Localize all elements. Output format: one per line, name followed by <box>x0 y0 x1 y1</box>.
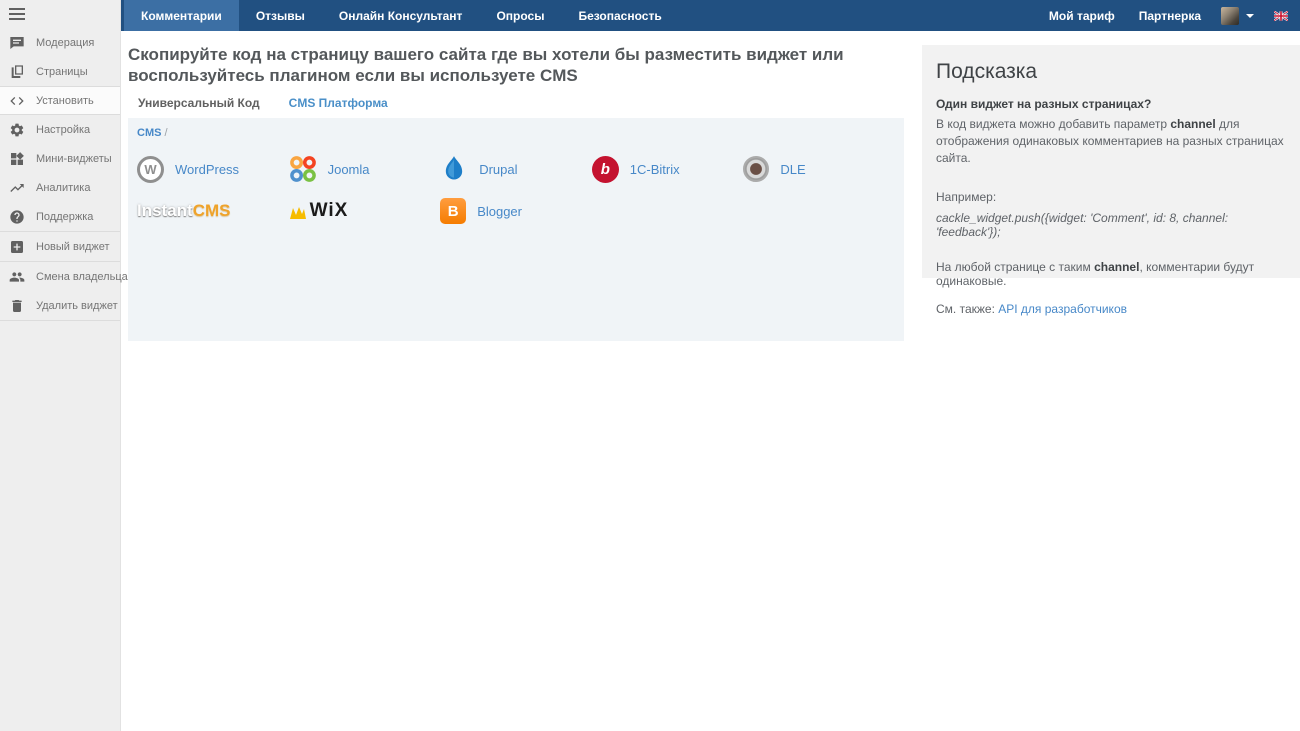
add-box-icon <box>9 239 25 255</box>
sidebar-item-settings[interactable]: Настройка <box>0 115 120 144</box>
uk-flag-icon[interactable] <box>1274 10 1288 21</box>
trash-icon <box>9 298 25 314</box>
hint-example-label: Например: <box>936 190 997 204</box>
top-navbar: Комментарии Отзывы Онлайн Консультант Оп… <box>121 0 1300 31</box>
navbar-right: Мой тариф Партнерка <box>1037 0 1300 31</box>
instantcms-logo: InstantCMS <box>137 201 231 220</box>
user-avatar[interactable] <box>1221 6 1239 25</box>
hint-code-sample: cackle_widget.push({widget: 'Comment', i… <box>936 211 1229 239</box>
wix-bird-icon <box>289 207 306 219</box>
sidebar-item-support[interactable]: Поддержка <box>0 202 120 231</box>
platform-wix[interactable]: WiX <box>289 192 441 230</box>
wix-logo: WiX <box>289 201 349 220</box>
nav-tab-polls[interactable]: Опросы <box>479 0 561 31</box>
hint-title: Подсказка <box>936 60 1038 83</box>
chat-icon <box>9 35 25 51</box>
platform-wordpress[interactable]: W WordPress <box>137 150 289 188</box>
gear-icon <box>9 122 25 138</box>
sidebar-item-pages[interactable]: Страницы <box>0 57 120 86</box>
dle-icon <box>743 156 770 182</box>
menu-toggle-button[interactable] <box>0 0 120 28</box>
widgets-icon <box>9 151 25 167</box>
hint-see-also: См. также: API для разработчиков <box>936 302 1127 316</box>
platform-blogger[interactable]: B Blogger <box>440 192 592 230</box>
hint-note: На любой странице с таким channel, комме… <box>936 260 1255 288</box>
drupal-icon <box>446 156 463 180</box>
my-tariff-link[interactable]: Мой тариф <box>1037 9 1127 23</box>
platform-joomla[interactable]: Joomla <box>289 150 441 188</box>
platform-drupal[interactable]: Drupal <box>440 150 592 188</box>
hamburger-icon <box>9 8 25 20</box>
partner-program-link[interactable]: Партнерка <box>1127 9 1213 23</box>
chevron-down-icon[interactable] <box>1246 13 1254 18</box>
navbar-tabs: Комментарии Отзывы Онлайн Консультант Оп… <box>124 0 679 31</box>
blogger-icon: B <box>440 198 467 224</box>
platform-dle[interactable]: DLE <box>743 150 895 188</box>
page-title: Скопируйте код на страницу вашего сайта … <box>128 45 844 85</box>
code-icon <box>9 93 25 109</box>
install-tabs: Универсальный Код CMS Платформа <box>128 91 407 120</box>
1c-bitrix-icon: b <box>591 155 619 183</box>
breadcrumb-cms-link[interactable]: CMS <box>137 127 161 139</box>
hint-question: Один виджет на разных страницах? <box>936 97 1152 111</box>
nav-tab-online-consultant[interactable]: Онлайн Консультант <box>322 0 480 31</box>
platform-1c-bitrix[interactable]: b 1C-Bitrix <box>591 150 744 188</box>
sidebar-item-analytics[interactable]: Аналитика <box>0 173 120 202</box>
nav-tab-reviews[interactable]: Отзывы <box>239 0 322 31</box>
nav-tab-security[interactable]: Безопасность <box>561 0 678 31</box>
joomla-icon <box>289 156 316 182</box>
pages-icon <box>9 64 25 80</box>
hint-panel: Подсказка Один виджет на разных страница… <box>922 45 1300 316</box>
platform-grid-empty-cell <box>743 192 895 230</box>
sidebar-item-install[interactable]: Установить <box>0 86 120 115</box>
sidebar-item-moderation[interactable]: Модерация <box>0 28 120 57</box>
sidebar: Модерация Страницы Установить Настройка … <box>0 0 128 731</box>
platform-grid-empty-cell <box>592 192 744 230</box>
platform-grid: W WordPress Joomla Drupal b 1C-Bitrix DL… <box>137 150 895 230</box>
trending-up-icon <box>9 180 25 196</box>
sidebar-item-mini-widgets[interactable]: Мини-виджеты <box>0 144 120 173</box>
breadcrumb: CMS / <box>137 127 168 139</box>
hint-body: В код виджета можно добавить параметр ch… <box>936 117 1284 165</box>
api-developers-link[interactable]: API для разработчиков <box>998 302 1127 316</box>
sidebar-divider <box>0 320 120 321</box>
wordpress-icon: W <box>137 155 164 183</box>
tab-universal-code[interactable]: Универсальный Код <box>128 91 270 120</box>
platform-instantcms[interactable]: InstantCMS <box>137 192 289 230</box>
nav-tab-comments[interactable]: Комментарии <box>124 0 239 31</box>
people-icon <box>9 269 25 285</box>
tab-cms-platform[interactable]: CMS Платформа <box>278 91 398 120</box>
cms-platforms-panel: CMS / W WordPress Joomla Drupal b 1C-Bit… <box>128 118 904 341</box>
sidebar-item-delete-widget[interactable]: Удалить виджет <box>0 291 120 320</box>
sidebar-item-change-owner[interactable]: Смена владельца <box>0 262 128 291</box>
sidebar-item-new-widget[interactable]: Новый виджет <box>0 232 120 261</box>
help-icon <box>9 209 25 225</box>
